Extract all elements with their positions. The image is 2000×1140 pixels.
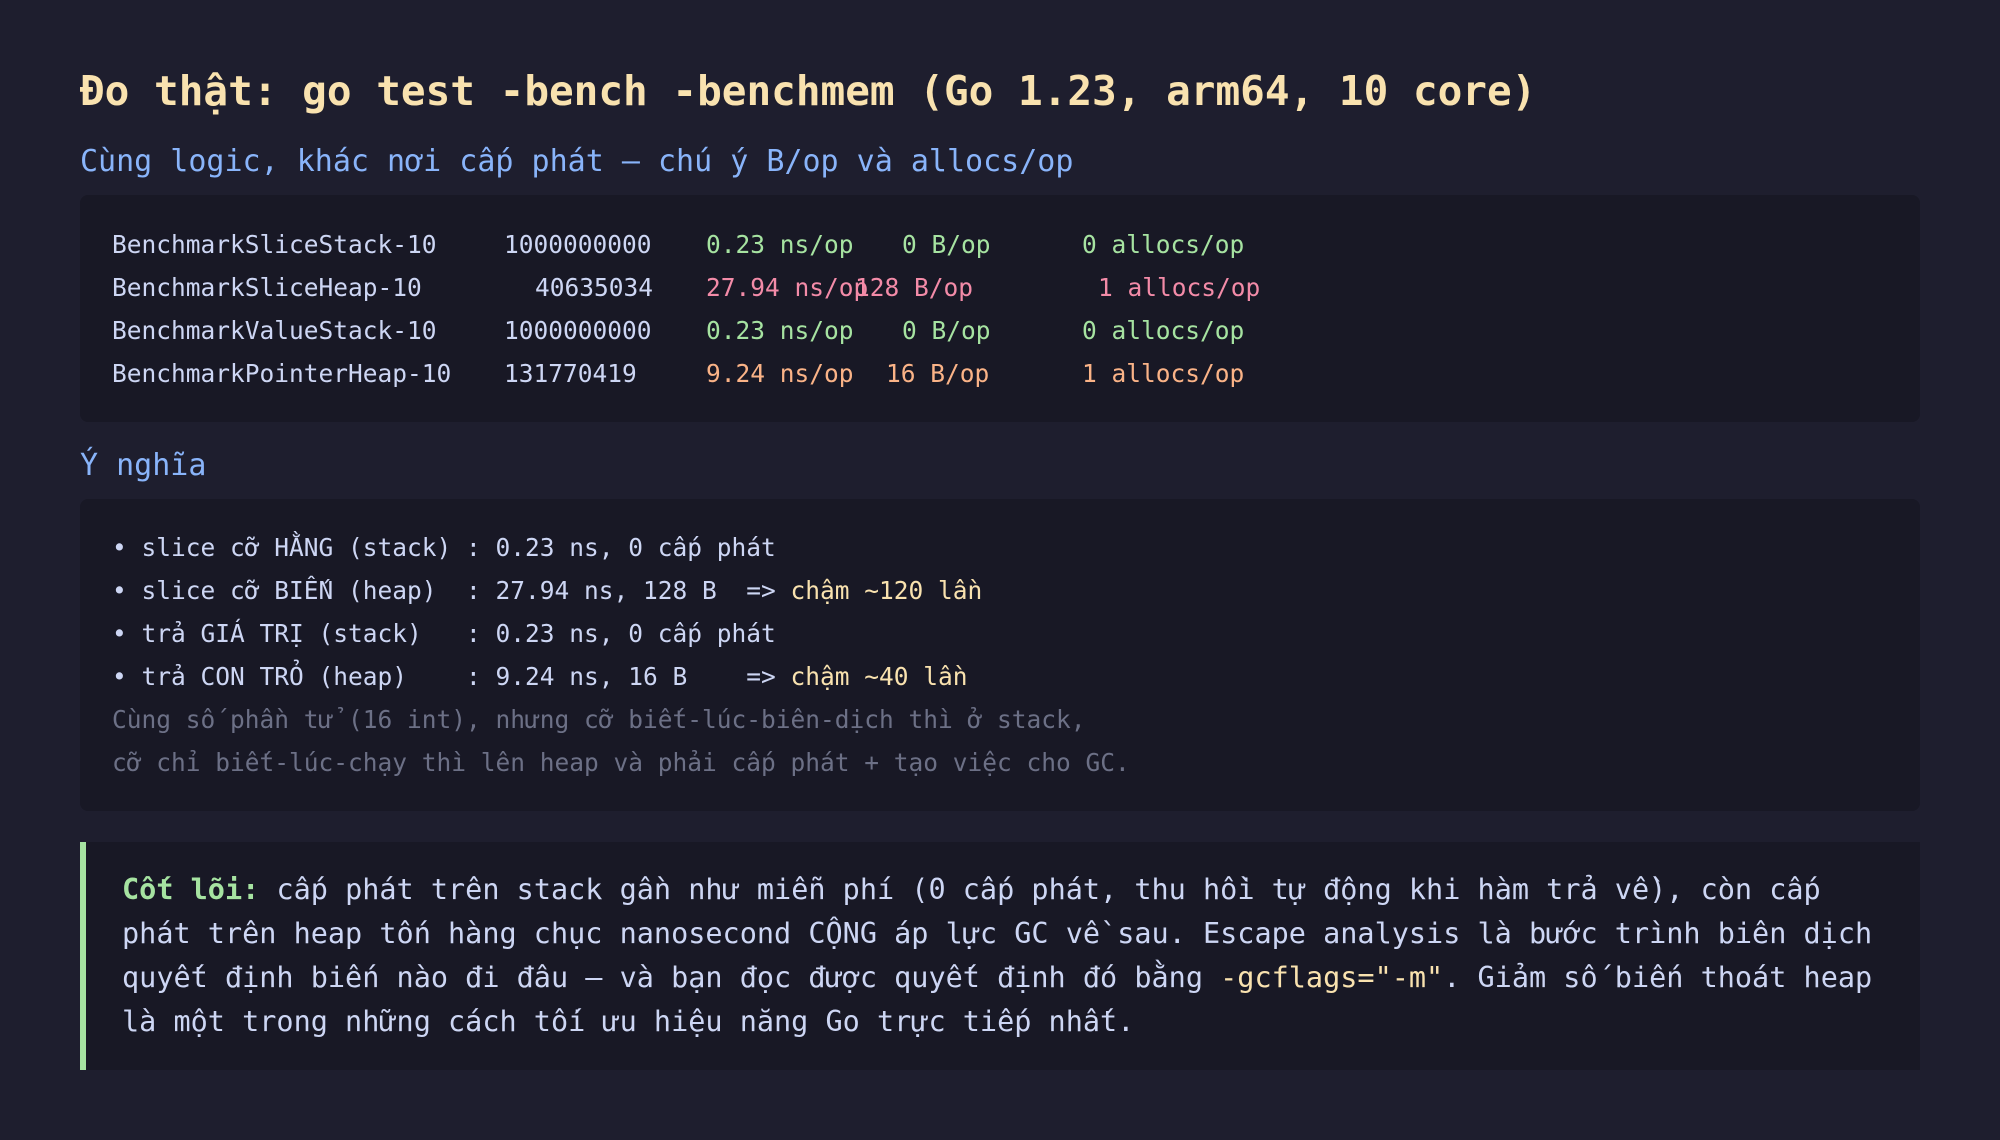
benchmark-allocs-per-op: 1 allocs/op	[1098, 273, 1261, 302]
benchmark-name: BenchmarkSliceHeap-10	[112, 273, 422, 302]
callout-label: Cốt lõi:	[122, 873, 260, 906]
meaning-item-text: • trả CON TRỎ (heap) : 9.24 ns, 16 B =>	[112, 662, 791, 691]
benchmark-ns-per-op: 0.23 ns/op	[706, 316, 854, 345]
benchmark-bytes-per-op: 16 B/op	[886, 359, 990, 388]
benchmark-heading: Cùng logic, khác nơi cấp phát — chú ý B/…	[80, 144, 1074, 179]
meaning-item: • trả CON TRỎ (heap) : 9.24 ns, 16 B => …	[112, 656, 968, 698]
benchmark-ns-per-op: 0.23 ns/op	[706, 230, 854, 259]
meaning-heading: Ý nghĩa	[80, 448, 207, 483]
key-takeaway-callout: Cốt lõi: cấp phát trên stack gần như miễ…	[80, 842, 1920, 1070]
benchmark-bytes-per-op: 128 B/op	[855, 273, 974, 302]
benchmark-name: BenchmarkValueStack-10	[112, 316, 437, 345]
benchmark-ns-per-op: 27.94 ns/op	[706, 273, 869, 302]
benchmark-iterations: 1000000000	[504, 316, 652, 345]
benchmark-bytes-per-op: 0 B/op	[902, 230, 991, 259]
callout-code: -gcflags="-m"	[1220, 961, 1444, 994]
benchmark-name: BenchmarkPointerHeap-10	[112, 359, 452, 388]
benchmark-allocs-per-op: 1 allocs/op	[1082, 359, 1245, 388]
benchmark-iterations: 131770419	[504, 359, 637, 388]
benchmark-bytes-per-op: 0 B/op	[902, 316, 991, 345]
page-title: Đo thật: go test -bench -benchmem (Go 1.…	[80, 67, 1537, 115]
benchmark-iterations: 40635034	[535, 273, 654, 302]
meaning-note: Cùng số phần tử (16 int), nhưng cỡ biết-…	[112, 705, 1086, 734]
benchmark-name: BenchmarkSliceStack-10	[112, 230, 437, 259]
meaning-note: cỡ chỉ biết-lúc-chạy thì lên heap và phả…	[112, 748, 1130, 777]
benchmark-iterations: 1000000000	[504, 230, 652, 259]
meaning-item-text: • slice cỡ BIẾN (heap) : 27.94 ns, 128 B…	[112, 576, 791, 605]
slowdown-highlight: chậm ~120 lần	[790, 576, 983, 605]
benchmark-output-panel: BenchmarkSliceStack-10 1000000000 0.23 n…	[80, 195, 1920, 422]
meaning-item-text: • trả GIÁ TRỊ (stack) : 0.23 ns, 0 cấp p…	[112, 619, 776, 648]
benchmark-ns-per-op: 9.24 ns/op	[706, 359, 854, 388]
meaning-item-text: • slice cỡ HẰNG (stack) : 0.23 ns, 0 cấp…	[112, 533, 776, 562]
slowdown-highlight: chậm ~40 lần	[790, 662, 968, 691]
benchmark-allocs-per-op: 0 allocs/op	[1082, 316, 1245, 345]
meaning-item: • trả GIÁ TRỊ (stack) : 0.23 ns, 0 cấp p…	[112, 613, 776, 655]
benchmark-allocs-per-op: 0 allocs/op	[1082, 230, 1245, 259]
meaning-item: • slice cỡ BIẾN (heap) : 27.94 ns, 128 B…	[112, 570, 982, 612]
meaning-item: • slice cỡ HẰNG (stack) : 0.23 ns, 0 cấp…	[112, 527, 776, 569]
meaning-panel: • slice cỡ HẰNG (stack) : 0.23 ns, 0 cấp…	[80, 499, 1920, 811]
